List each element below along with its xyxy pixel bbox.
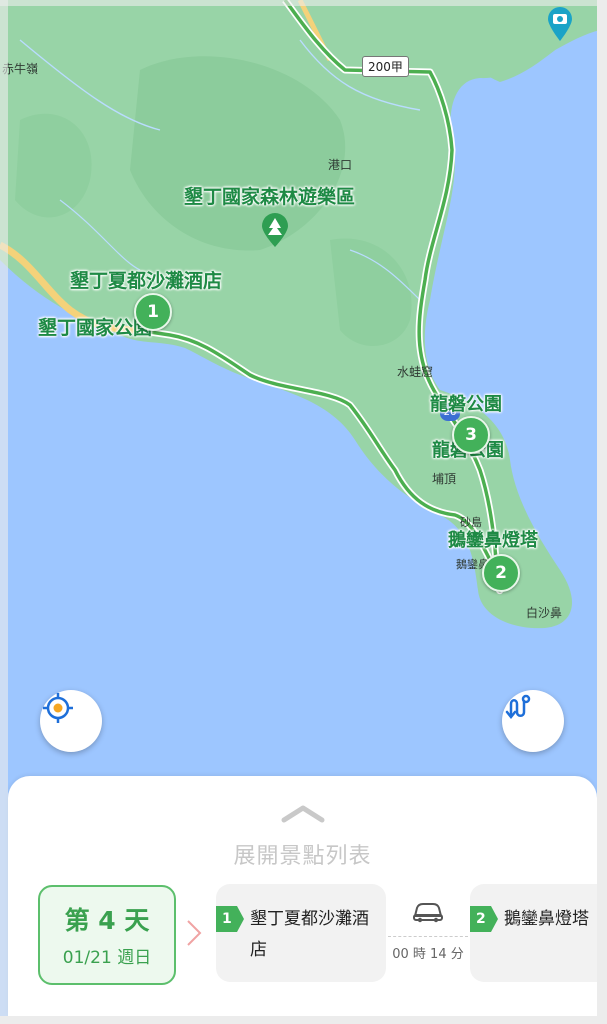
poi-label-lighthouse[interactable]: 鵝鑾鼻燈塔 xyxy=(448,526,538,552)
expand-list-label[interactable]: 展開景點列表 xyxy=(8,838,597,870)
map-canvas xyxy=(0,0,600,629)
day-title: 第 4 天 xyxy=(64,906,150,935)
stop-name: 墾丁夏都沙灘酒店 xyxy=(250,909,369,960)
chevron-right-icon xyxy=(184,918,204,952)
poi-label-longpan-1[interactable]: 龍磐公園 xyxy=(430,390,502,416)
map-view[interactable]: 赤牛嶺 港口 水蛙窟 埔頂 砂島 鵝鑾鼻 白沙鼻 200甲 26 墾丁國家森林遊… xyxy=(0,0,607,800)
map-pin-1[interactable]: 1 xyxy=(134,293,172,331)
poi-label-hotel[interactable]: 墾丁夏都沙灘酒店 xyxy=(70,266,222,293)
chevron-up-icon xyxy=(281,805,325,823)
map-pin-3[interactable]: 3 xyxy=(452,416,490,454)
route-button[interactable] xyxy=(502,690,564,752)
day-date: 01/21 週日 xyxy=(62,948,152,968)
place-label-baishabi: 白沙鼻 xyxy=(526,606,563,620)
day-selector[interactable]: 第 4 天 01/21 週日 xyxy=(38,885,176,985)
camera-icon[interactable] xyxy=(546,6,574,42)
stop-index-badge: 1 xyxy=(216,906,244,932)
screen: 赤牛嶺 港口 水蛙窟 埔頂 砂島 鵝鑾鼻 白沙鼻 200甲 26 墾丁國家森林遊… xyxy=(0,0,607,1024)
stop-name: 鵝鑾鼻燈塔 xyxy=(504,909,589,929)
map-pin-2[interactable]: 2 xyxy=(482,554,520,592)
place-label-kanding: 埔頂 xyxy=(432,472,457,486)
road-tag-200: 200甲 xyxy=(362,56,409,77)
place-label-shuiwaku: 水蛙窟 xyxy=(397,365,434,379)
place-label-gangkou: 港口 xyxy=(328,158,353,172)
expand-handle[interactable] xyxy=(278,802,328,828)
car-icon xyxy=(413,903,443,923)
itinerary-sheet: 展開景點列表 第 4 天 01/21 週日 1 墾丁夏都沙灘酒店 00 時 14… xyxy=(8,776,597,1016)
locate-icon xyxy=(43,693,73,723)
stop-card-1[interactable]: 1 墾丁夏都沙灘酒店 xyxy=(216,884,386,982)
poi-label-forest-park[interactable]: 墾丁國家森林遊樂區 xyxy=(184,182,355,209)
screen-edge-top xyxy=(0,0,607,6)
travel-time: 00 時 14 分 xyxy=(388,936,468,962)
route-icon xyxy=(505,694,531,720)
screen-edge-bottom xyxy=(0,1016,607,1024)
stop-index-badge: 2 xyxy=(470,906,498,932)
stop-card-2[interactable]: 2 鵝鑾鼻燈塔 xyxy=(470,884,597,982)
screen-edge-right xyxy=(597,0,607,1024)
locate-button[interactable] xyxy=(40,690,102,752)
tree-icon xyxy=(260,212,290,248)
screen-edge-left xyxy=(0,0,8,1024)
travel-segment: 00 時 14 分 xyxy=(388,900,468,962)
